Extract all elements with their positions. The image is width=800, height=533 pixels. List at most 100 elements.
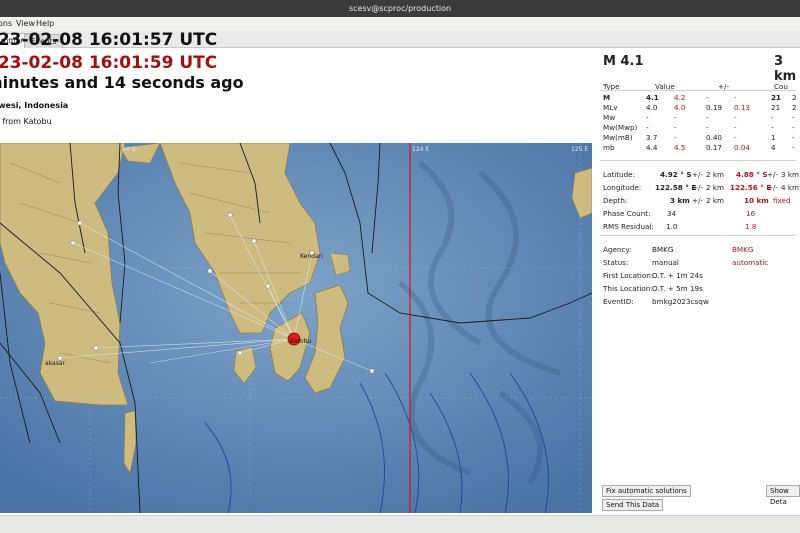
depth-label: Depth: <box>603 196 628 205</box>
mag-row-type: mb <box>603 143 615 152</box>
longitude-pm: +/- <box>692 183 704 192</box>
mag-row-error: 0.40 <box>706 133 723 142</box>
show-details-button[interactable]: Show Deta <box>766 485 800 506</box>
station-marker <box>70 240 76 246</box>
mag-row-error: - <box>706 93 709 102</box>
latitude-auto-pm: +/- <box>767 170 779 179</box>
phase-count-label: Phase Count: <box>603 209 651 218</box>
grid-label-125e: 125 E <box>571 146 588 153</box>
depth-value: 3 km <box>670 196 690 205</box>
phase-count-value: 34 <box>667 209 677 218</box>
station-marker <box>227 212 233 218</box>
nearest-city: m from Katobu <box>0 117 52 126</box>
mag-row-value: 4.4 <box>646 143 658 152</box>
depth-auto-value: 10 km <box>744 196 769 205</box>
depth-error: 2 km <box>706 196 725 205</box>
mag-row-auto-value: - <box>674 123 677 132</box>
origin-time: 023-02-08 16:01:57 UTC <box>0 30 218 50</box>
mag-row-auto-value: 4.2 <box>674 93 686 102</box>
event-id-label: EventID: <box>603 297 634 306</box>
mag-row-error: - <box>706 123 709 132</box>
station-marker <box>207 268 213 274</box>
latitude-auto-value: 4.88 ° S <box>736 170 768 179</box>
mag-row-error: 0.19 <box>706 103 723 112</box>
mag-row-error: 0.17 <box>706 143 723 152</box>
mag-row-auto-count: - <box>792 123 795 132</box>
mag-row-auto-error: - <box>734 123 737 132</box>
event-map[interactable]: 124°E 125 E 124 E Kendari Katobu akasar <box>0 143 592 513</box>
menu-bar: ons View Help <box>0 17 800 31</box>
grid-label-124e: 124°E <box>118 146 136 153</box>
mag-row-count: 1 <box>771 133 776 142</box>
longitude-auto-error: 4 km <box>781 183 800 192</box>
mag-row-value: - <box>646 123 649 132</box>
station-marker <box>77 220 83 226</box>
event-details-panel: M 4.1 3 km Type Value +/- Cou M 4.1 4.2 … <box>596 48 800 515</box>
mag-row-count: - <box>771 113 774 122</box>
station-marker <box>237 350 243 356</box>
mag-row-type: Mw(mB) <box>603 133 633 142</box>
window-title: scesv@scproc/production <box>348 4 452 13</box>
mag-row-value: - <box>646 113 649 122</box>
latitude-auto-error: 3 km <box>781 170 800 179</box>
mag-row-type: M <box>603 93 611 102</box>
latitude-pm: +/- <box>692 170 704 179</box>
rms-residual-label: RMS Residual: <box>603 222 654 231</box>
agency-label: Agency: <box>603 245 632 254</box>
mag-row-type: Mw <box>603 113 616 122</box>
window-titlebar: scesv@scproc/production <box>0 0 800 17</box>
event-id-value: bmkg2023csqw <box>652 297 709 306</box>
rms-residual-auto: 1.8 <box>745 222 757 231</box>
magnitude-heading: M 4.1 <box>603 54 644 69</box>
this-location-value: O.T. + 5m 19s <box>652 284 703 293</box>
latitude-value: 4.92 ° S <box>660 170 692 179</box>
mag-row-type: Mw(Mwp) <box>603 123 638 132</box>
mag-row-auto-value: - <box>674 113 677 122</box>
mag-row-auto-value: 4.0 <box>674 103 686 112</box>
mag-row-value: 4.1 <box>646 93 659 102</box>
rms-residual-value: 1.0 <box>666 222 678 231</box>
mag-row-value: 4.0 <box>646 103 658 112</box>
mag-row-value: 3.7 <box>646 133 658 142</box>
place-label-kendari: Kendari <box>300 253 323 260</box>
menu-view[interactable]: View <box>16 17 35 31</box>
depth-pm: +/- <box>692 196 704 205</box>
mag-row-auto-error: - <box>734 133 737 142</box>
place-label-katobu: Katobu <box>290 338 311 345</box>
mag-row-auto-count: - <box>792 113 795 122</box>
station-marker <box>369 368 375 374</box>
mag-row-count: 21 <box>771 103 781 112</box>
menu-file-ops[interactable]: ons <box>0 17 12 31</box>
mag-row-auto-count: - <box>792 133 795 142</box>
phase-count-auto: 16 <box>746 209 756 218</box>
mag-row-auto-value: 4.5 <box>674 143 686 152</box>
status-bar <box>0 515 800 533</box>
status-auto: automatic <box>732 258 769 267</box>
mag-row-auto-error: 0.13 <box>734 103 751 112</box>
status-label: Status: <box>603 258 629 267</box>
longitude-error: 2 km <box>706 183 725 192</box>
longitude-auto-value: 122.56 ° E <box>730 183 772 192</box>
send-this-data-button[interactable]: Send This Data <box>602 499 664 511</box>
mag-row-auto-count: 2 <box>792 103 797 112</box>
map-canvas[interactable]: 124°E 125 E 124 E Kendari Katobu akasar <box>0 143 592 513</box>
agency-value: BMKG <box>652 245 674 254</box>
menu-help[interactable]: Help <box>36 17 54 31</box>
station-marker <box>251 238 257 244</box>
longitude-auto-pm: +/- <box>767 183 779 192</box>
mag-row-error: - <box>706 113 709 122</box>
station-marker <box>93 345 99 351</box>
latitude-label: Latitude: <box>603 170 636 179</box>
first-location-value: O.T. + 1m 24s <box>652 271 703 280</box>
longitude-label: Longitude: <box>603 183 642 192</box>
mag-row-count: 21 <box>771 93 782 102</box>
depth-fixed-flag: fixed <box>773 196 791 205</box>
mag-row-count: - <box>771 123 774 132</box>
latitude-error: 2 km <box>706 170 725 179</box>
mag-row-count: 4 <box>771 143 776 152</box>
this-location-label: This Location: <box>603 284 653 293</box>
fix-automatic-solutions-button[interactable]: Fix automatic solutions <box>602 485 691 497</box>
place-label-makassar: akasar <box>45 360 66 367</box>
agency-auto: BMKG <box>732 245 754 254</box>
mag-row-auto-error: - <box>734 93 737 102</box>
